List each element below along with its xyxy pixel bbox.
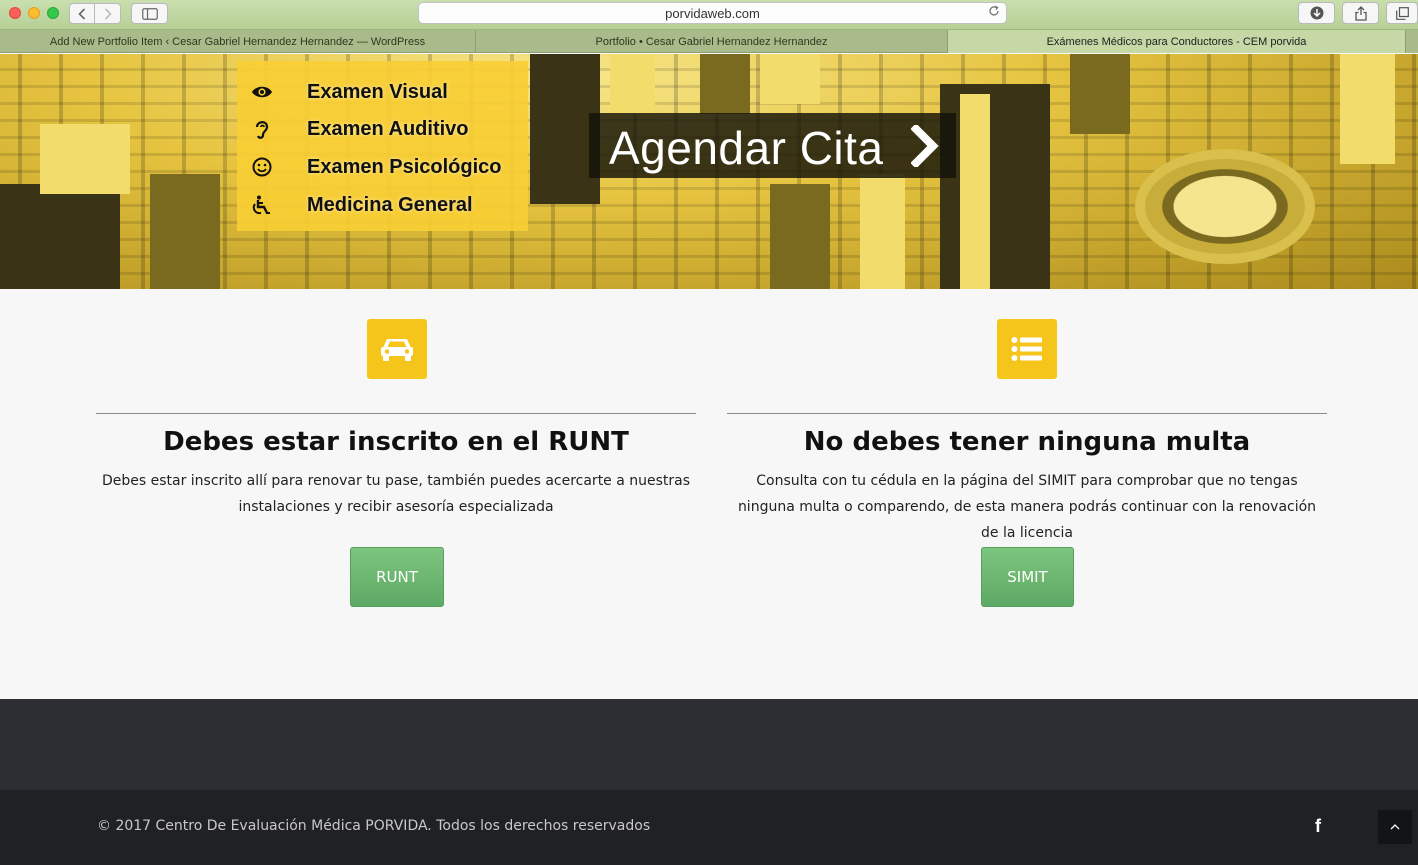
back-button[interactable] xyxy=(69,3,95,24)
divider xyxy=(727,413,1327,414)
tab-wordpress[interactable]: Add New Portfolio Item ‹ Cesar Gabriel H… xyxy=(0,30,476,53)
menu-item-medicina-general[interactable]: Medicina General xyxy=(237,190,528,220)
feature-title: No debes tener ninguna multa xyxy=(803,427,1251,457)
menu-item-examen-visual[interactable]: Examen Visual xyxy=(237,77,528,107)
zoom-window-button[interactable] xyxy=(47,7,59,19)
runt-button[interactable]: RUNT xyxy=(350,547,444,607)
city-building xyxy=(770,184,830,289)
agendar-cita-label: Agendar Cita xyxy=(609,122,884,174)
button-label: RUNT xyxy=(376,568,418,586)
share-button[interactable] xyxy=(1342,2,1379,24)
city-building xyxy=(940,84,1050,289)
list-icon xyxy=(1011,337,1042,361)
city-building xyxy=(860,174,905,289)
chevron-right-icon xyxy=(104,7,112,20)
divider xyxy=(96,413,696,414)
copyright-text: © 2017 Centro De Evaluación Médica PORVI… xyxy=(97,818,651,834)
agendar-cita-button[interactable]: Agendar Cita xyxy=(589,113,956,178)
city-building xyxy=(150,174,220,289)
city-building xyxy=(1070,54,1130,134)
city-building xyxy=(40,124,130,194)
smile-icon xyxy=(251,156,273,178)
browser-toolbar: porvidaweb.com xyxy=(0,0,1418,30)
address-bar[interactable]: porvidaweb.com xyxy=(418,2,1007,24)
share-icon xyxy=(1354,5,1367,21)
city-building xyxy=(700,54,750,114)
tab-cem-porvida[interactable]: Exámenes Médicos para Conductores - CEM … xyxy=(948,30,1406,53)
hero-banner: Examen Visual Examen Auditivo Examen Psi… xyxy=(0,54,1418,289)
city-building xyxy=(0,184,120,289)
simit-button[interactable]: SIMIT xyxy=(981,547,1074,607)
footer-widgets-area xyxy=(0,699,1418,790)
menu-label: Medicina General xyxy=(307,193,473,216)
menu-item-examen-auditivo[interactable]: Examen Auditivo xyxy=(237,114,528,144)
city-building xyxy=(760,54,820,104)
tab-title: Portfolio • Cesar Gabriel Hernandez Hern… xyxy=(595,35,828,48)
city-building xyxy=(610,54,655,114)
facebook-icon[interactable]: f xyxy=(1315,816,1321,837)
feature-description: Debes estar inscrito allí para renovar t… xyxy=(101,473,691,515)
address-text: porvidaweb.com xyxy=(665,5,760,21)
city-building xyxy=(960,94,990,289)
eye-icon xyxy=(251,81,273,103)
chevron-right-icon xyxy=(910,123,941,171)
car-icon-tile xyxy=(367,319,427,379)
tabs-icon xyxy=(1395,6,1409,20)
car-icon xyxy=(381,339,413,361)
list-icon-tile xyxy=(997,319,1057,379)
city-building xyxy=(1340,54,1395,164)
feature-simit: No debes tener ninguna multa Consulta co… xyxy=(727,289,1327,699)
button-label: SIMIT xyxy=(1007,568,1048,586)
back-to-top-button[interactable] xyxy=(1378,810,1412,844)
exam-menu-panel: Examen Visual Examen Auditivo Examen Psi… xyxy=(237,61,528,231)
wheelchair-icon xyxy=(251,194,273,216)
chevron-up-icon xyxy=(1390,824,1400,830)
bullring-stadium xyxy=(1135,149,1315,264)
new-tab-button[interactable] xyxy=(1406,30,1418,53)
feature-title: Debes estar inscrito en el RUNT xyxy=(163,427,629,457)
footer-bar: © 2017 Centro De Evaluación Médica PORVI… xyxy=(0,790,1418,865)
tab-bar: Add New Portfolio Item ‹ Cesar Gabriel H… xyxy=(0,30,1418,53)
sidebar-icon xyxy=(141,7,158,20)
history-nav xyxy=(69,3,121,24)
reload-icon[interactable] xyxy=(988,5,1000,20)
menu-item-examen-psicologico[interactable]: Examen Psicológico xyxy=(237,152,528,182)
download-icon xyxy=(1310,6,1323,20)
feature-runt: Debes estar inscrito en el RUNT Debes es… xyxy=(96,289,696,699)
tabs-overview-button[interactable] xyxy=(1386,2,1418,24)
chevron-left-icon xyxy=(78,7,86,20)
menu-label: Examen Visual xyxy=(307,80,448,103)
forward-button[interactable] xyxy=(95,3,121,24)
ear-icon xyxy=(251,118,273,140)
menu-label: Examen Psicológico xyxy=(307,155,502,178)
tab-portfolio[interactable]: Portfolio • Cesar Gabriel Hernandez Hern… xyxy=(476,30,948,53)
tab-title: Exámenes Médicos para Conductores - CEM … xyxy=(1046,35,1307,48)
menu-label: Examen Auditivo xyxy=(307,117,469,140)
sidebar-toggle-button[interactable] xyxy=(131,3,168,24)
feature-description: Consulta con tu cédula en la página del … xyxy=(737,473,1317,541)
downloads-button[interactable] xyxy=(1298,2,1335,24)
minimize-window-button[interactable] xyxy=(28,7,40,19)
tab-title: Add New Portfolio Item ‹ Cesar Gabriel H… xyxy=(49,35,426,48)
close-window-button[interactable] xyxy=(9,7,21,19)
